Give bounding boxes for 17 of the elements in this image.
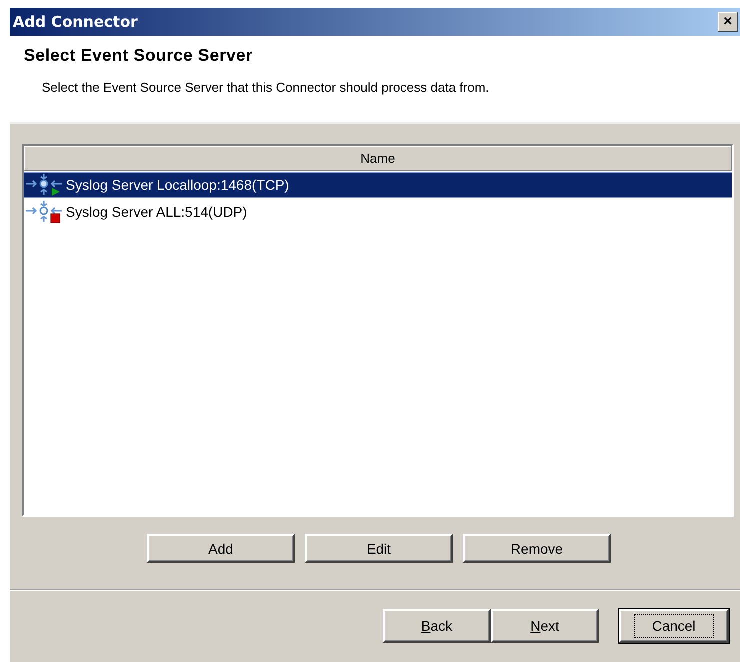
server-name: Syslog Server ALL:514(UDP) bbox=[66, 204, 248, 220]
wizard-button[interactable]: Next bbox=[491, 609, 599, 643]
wizard-button[interactable]: Back bbox=[383, 609, 491, 643]
window-title: Add Connector bbox=[13, 13, 138, 31]
wizard-button[interactable]: Cancel bbox=[619, 609, 729, 643]
server-icon bbox=[25, 200, 63, 223]
list-action-button[interactable]: Edit bbox=[305, 534, 453, 563]
server-icon bbox=[25, 173, 63, 196]
page-heading: Select Event Source Server bbox=[24, 46, 254, 66]
column-header[interactable]: Name bbox=[24, 146, 732, 171]
list-action-button[interactable]: Add bbox=[147, 534, 295, 563]
server-row[interactable]: Syslog Server ALL:514(UDP) bbox=[24, 199, 732, 225]
server-name: Syslog Server Localloop:1468(TCP) bbox=[66, 177, 290, 193]
list-action-button[interactable]: Remove bbox=[463, 534, 611, 563]
close-button[interactable]: × bbox=[718, 12, 738, 32]
server-row[interactable]: Syslog Server Localloop:1468(TCP) bbox=[24, 172, 732, 198]
page-description: Select the Event Source Server that this Connector should process data from. bbox=[42, 80, 490, 95]
